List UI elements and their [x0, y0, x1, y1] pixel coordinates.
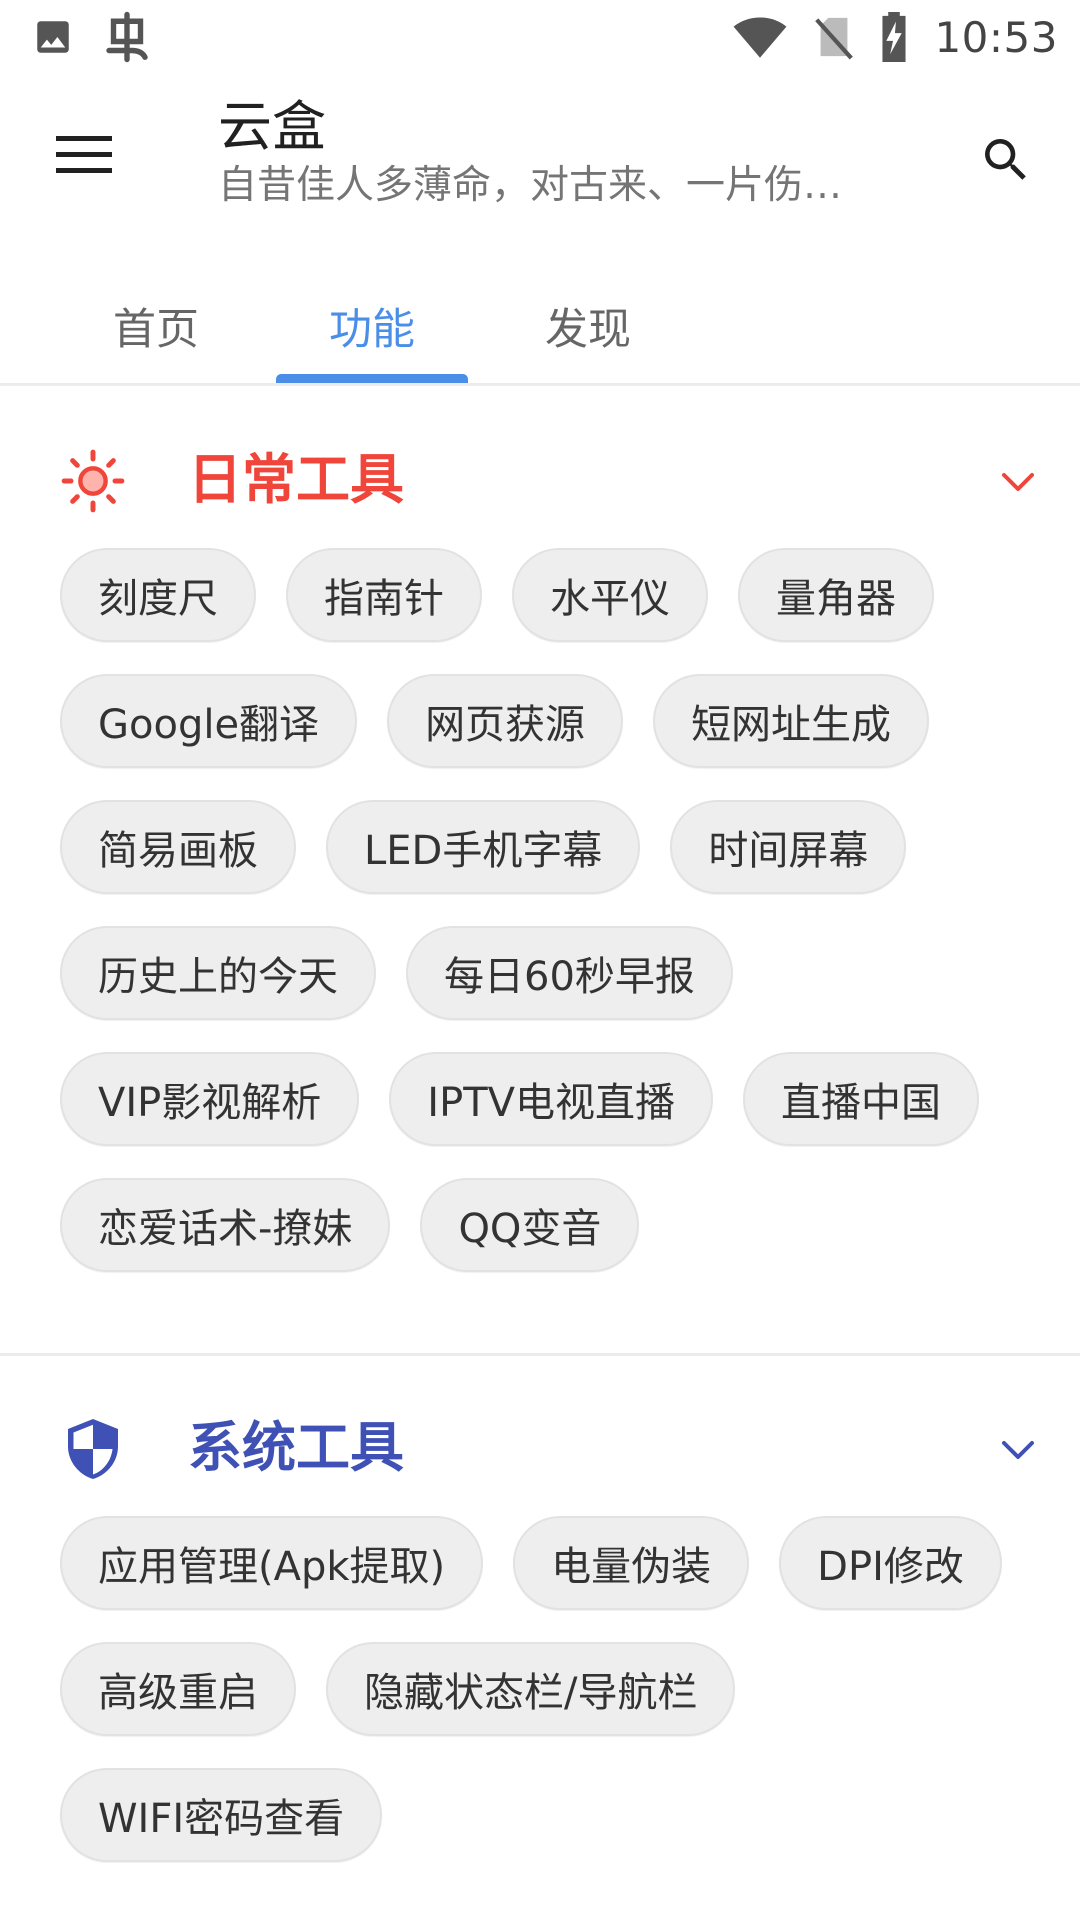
tool-chip[interactable]: 网页获源 — [387, 674, 624, 768]
search-button[interactable] — [966, 120, 1046, 200]
tool-chip[interactable]: 时间屏幕 — [670, 800, 907, 894]
tab-discover[interactable]: 发现 — [492, 268, 684, 383]
tab-home[interactable]: 首页 — [60, 268, 252, 383]
tool-chip[interactable]: IPTV电视直播 — [389, 1052, 713, 1146]
tool-chip[interactable]: LED手机字幕 — [326, 800, 641, 894]
no-sim-icon — [814, 14, 854, 60]
tool-chip[interactable]: DPI修改 — [779, 1516, 1002, 1610]
title-block: 云盒 自昔佳人多薄命，对古来、一片伤… — [218, 94, 938, 212]
tool-chip[interactable]: 高级重启 — [60, 1642, 296, 1736]
tool-chip[interactable]: QQ变音 — [420, 1178, 640, 1272]
clock: 10:53 — [934, 12, 1058, 62]
search-icon — [985, 139, 1026, 180]
tool-chip[interactable]: 简易画板 — [60, 800, 296, 894]
bug-app-icon — [100, 10, 154, 64]
tab-bar: 首页 功能 发现 — [0, 268, 1080, 386]
section-header-system-tools[interactable]: 系统工具 — [0, 1376, 1080, 1516]
tool-chip[interactable]: VIP影视解析 — [60, 1052, 360, 1146]
tool-chip[interactable]: Google翻译 — [60, 674, 358, 768]
chip-group-system-tools: 应用管理(Apk提取) 电量伪装 DPI修改高级重启 隐藏状态栏/导航栏 WIFI密码查… — [0, 1516, 1080, 1862]
tab-indicator — [276, 374, 468, 383]
menu-button[interactable] — [40, 114, 128, 194]
section-system-tools: 系统工具 应用管理(Apk提取) 电量伪装 DPI修改高级重启 隐藏状态栏/导航栏 WI… — [0, 1376, 1080, 1862]
shield-icon — [58, 1414, 128, 1484]
chevron-down-icon[interactable] — [996, 1428, 1040, 1472]
tool-chip[interactable]: WIFI密码查看 — [60, 1768, 383, 1862]
section-daily-tools: 日常工具 刻度尺 指南针 水平仪 量角器 Google翻译 网页获源 短网址生成简易画板 LE… — [0, 408, 1080, 1272]
tool-chip[interactable]: 历史上的今天 — [60, 926, 376, 1020]
tool-chip[interactable]: 应用管理(Apk提取) — [60, 1516, 484, 1610]
tab-features[interactable]: 功能 — [276, 268, 468, 383]
image-icon — [32, 16, 74, 58]
section-divider — [0, 1353, 1080, 1356]
tool-chip[interactable]: 每日60秒早报 — [406, 926, 733, 1020]
app-subtitle: 自昔佳人多薄命，对古来、一片伤… — [218, 163, 843, 208]
battery-charging-icon — [880, 12, 908, 62]
wifi-icon — [732, 14, 788, 60]
section-header-daily-tools[interactable]: 日常工具 — [0, 408, 1080, 548]
tool-chip[interactable]: 直播中国 — [743, 1052, 979, 1146]
chevron-down-icon[interactable] — [996, 460, 1040, 504]
tool-chip[interactable]: 指南针 — [286, 548, 482, 642]
tool-chip[interactable]: 刻度尺 — [60, 548, 256, 642]
app-bar: 云盒 自昔佳人多薄命，对古来、一片伤… — [0, 74, 1080, 234]
tool-chip[interactable]: 量角器 — [738, 548, 934, 642]
section-title: 系统工具 — [188, 1416, 404, 1479]
app-title: 云盒 — [218, 95, 326, 158]
section-title: 日常工具 — [188, 448, 404, 511]
sun-icon — [58, 446, 128, 516]
tool-chip[interactable]: 水平仪 — [512, 548, 708, 642]
tool-chip[interactable]: 隐藏状态栏/导航栏 — [326, 1642, 736, 1736]
chip-group-daily-tools: 刻度尺 指南针 水平仪 量角器 Google翻译 网页获源 短网址生成简易画板 LED手机字幕… — [0, 548, 1080, 1272]
status-bar: 10:53 — [0, 0, 1080, 74]
tool-chip[interactable]: 恋爱话术-撩妹 — [60, 1178, 391, 1272]
tool-chip[interactable]: 短网址生成 — [653, 674, 930, 768]
tool-chip[interactable]: 电量伪装 — [513, 1516, 750, 1610]
hamburger-icon — [56, 136, 112, 173]
